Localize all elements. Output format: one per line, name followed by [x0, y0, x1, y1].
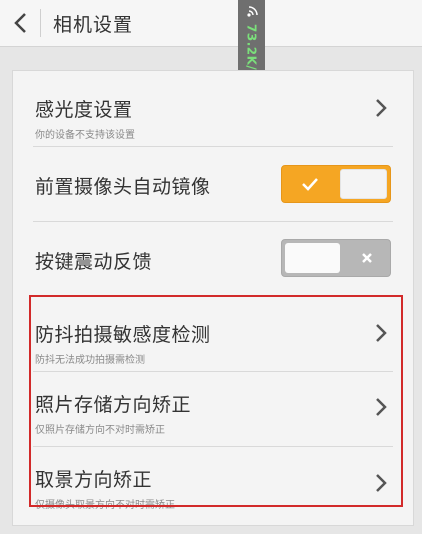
wifi-signal-icon	[246, 6, 258, 17]
setting-front-mirror: 前置摄像头自动镜像	[13, 147, 413, 221]
front-mirror-toggle[interactable]	[281, 165, 391, 203]
toggle-knob	[285, 243, 340, 273]
back-button[interactable]	[0, 0, 40, 47]
highlight-box	[29, 295, 403, 507]
camera-settings-screen: 相机设置 73.2K/S 感光度设置 你的设备不支持该设置 前置摄像头自动镜像	[0, 0, 422, 534]
check-icon	[301, 178, 318, 191]
close-icon	[361, 253, 372, 263]
setting-key-vibration: 按键震动反馈	[13, 222, 413, 296]
setting-iso-subtitle: 你的设备不支持该设置	[35, 130, 135, 141]
header-bar: 相机设置	[0, 0, 422, 47]
page-title: 相机设置	[53, 13, 134, 36]
setting-key-vibration-title: 按键震动反馈	[35, 251, 153, 273]
header-divider	[40, 9, 41, 37]
setting-iso[interactable]: 感光度设置 你的设备不支持该设置	[13, 71, 413, 146]
chevron-left-icon	[14, 13, 26, 33]
key-vibration-toggle[interactable]	[281, 239, 391, 277]
setting-iso-title: 感光度设置	[35, 99, 133, 121]
chevron-right-icon	[376, 99, 387, 117]
setting-front-mirror-title: 前置摄像头自动镜像	[35, 176, 211, 198]
toggle-knob	[340, 169, 387, 199]
